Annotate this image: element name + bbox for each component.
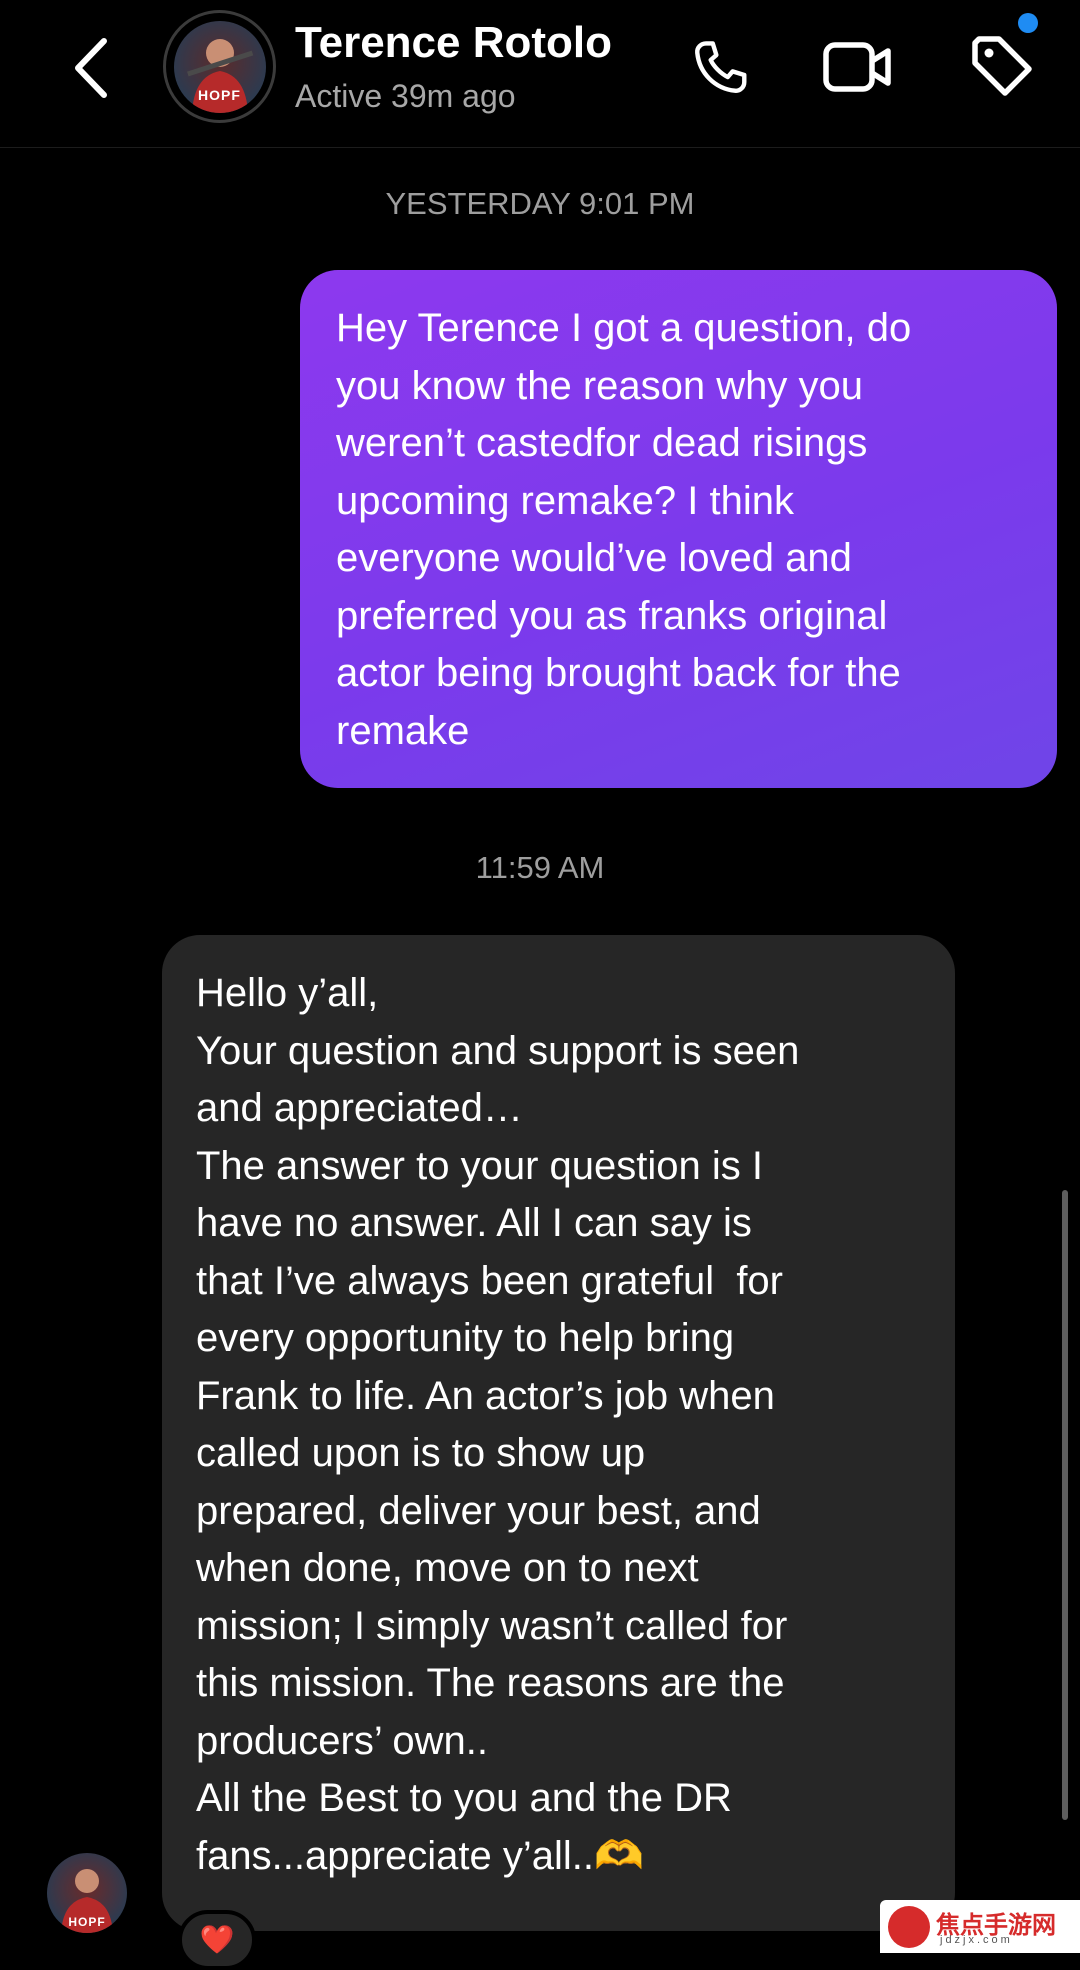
outgoing-message-text: Hey Terence I got a question, do you kno… bbox=[336, 306, 912, 753]
message-timestamp: 11:59 AM bbox=[475, 850, 605, 885]
tag-icon bbox=[972, 36, 1032, 96]
tag-button[interactable] bbox=[962, 26, 1042, 106]
video-call-button[interactable] bbox=[818, 32, 898, 102]
active-status: Active 39m ago bbox=[295, 78, 516, 114]
phone-icon bbox=[695, 40, 747, 93]
back-button[interactable] bbox=[62, 30, 122, 105]
scrollbar[interactable] bbox=[1062, 1190, 1068, 1820]
heart-reaction[interactable]: ❤️ bbox=[178, 1910, 256, 1970]
watermark-subtitle: jdzjx.com bbox=[940, 1934, 1013, 1946]
back-chevron-icon bbox=[75, 37, 107, 98]
message-timestamp: YESTERDAY 9:01 PM bbox=[385, 186, 695, 221]
contact-name[interactable]: Terence Rotolo bbox=[295, 18, 612, 68]
avatar-text: HOPF bbox=[198, 86, 241, 103]
sender-avatar[interactable]: HOPF bbox=[47, 1853, 127, 1933]
contact-avatar[interactable]: HOPF bbox=[163, 10, 276, 123]
video-camera-icon bbox=[823, 42, 891, 92]
incoming-message-bubble[interactable]: Hello y’all, Your question and support i… bbox=[162, 935, 955, 1931]
chat-header: HOPF Terence Rotolo Active 39m ago bbox=[0, 0, 1080, 148]
notification-dot bbox=[1018, 13, 1038, 33]
watermark-icon bbox=[888, 1906, 930, 1948]
heart-icon: ❤️ bbox=[199, 1924, 235, 1955]
incoming-message-text: Hello y’all, Your question and support i… bbox=[196, 971, 800, 1878]
voice-call-button[interactable] bbox=[680, 30, 760, 105]
outgoing-message-bubble[interactable]: Hey Terence I got a question, do you kno… bbox=[300, 270, 1057, 788]
avatar-image: HOPF bbox=[173, 20, 266, 113]
avatar-text: HOPF bbox=[68, 1915, 106, 1929]
watermark-logo: 焦点手游网 jdzjx.com bbox=[880, 1900, 1080, 1953]
